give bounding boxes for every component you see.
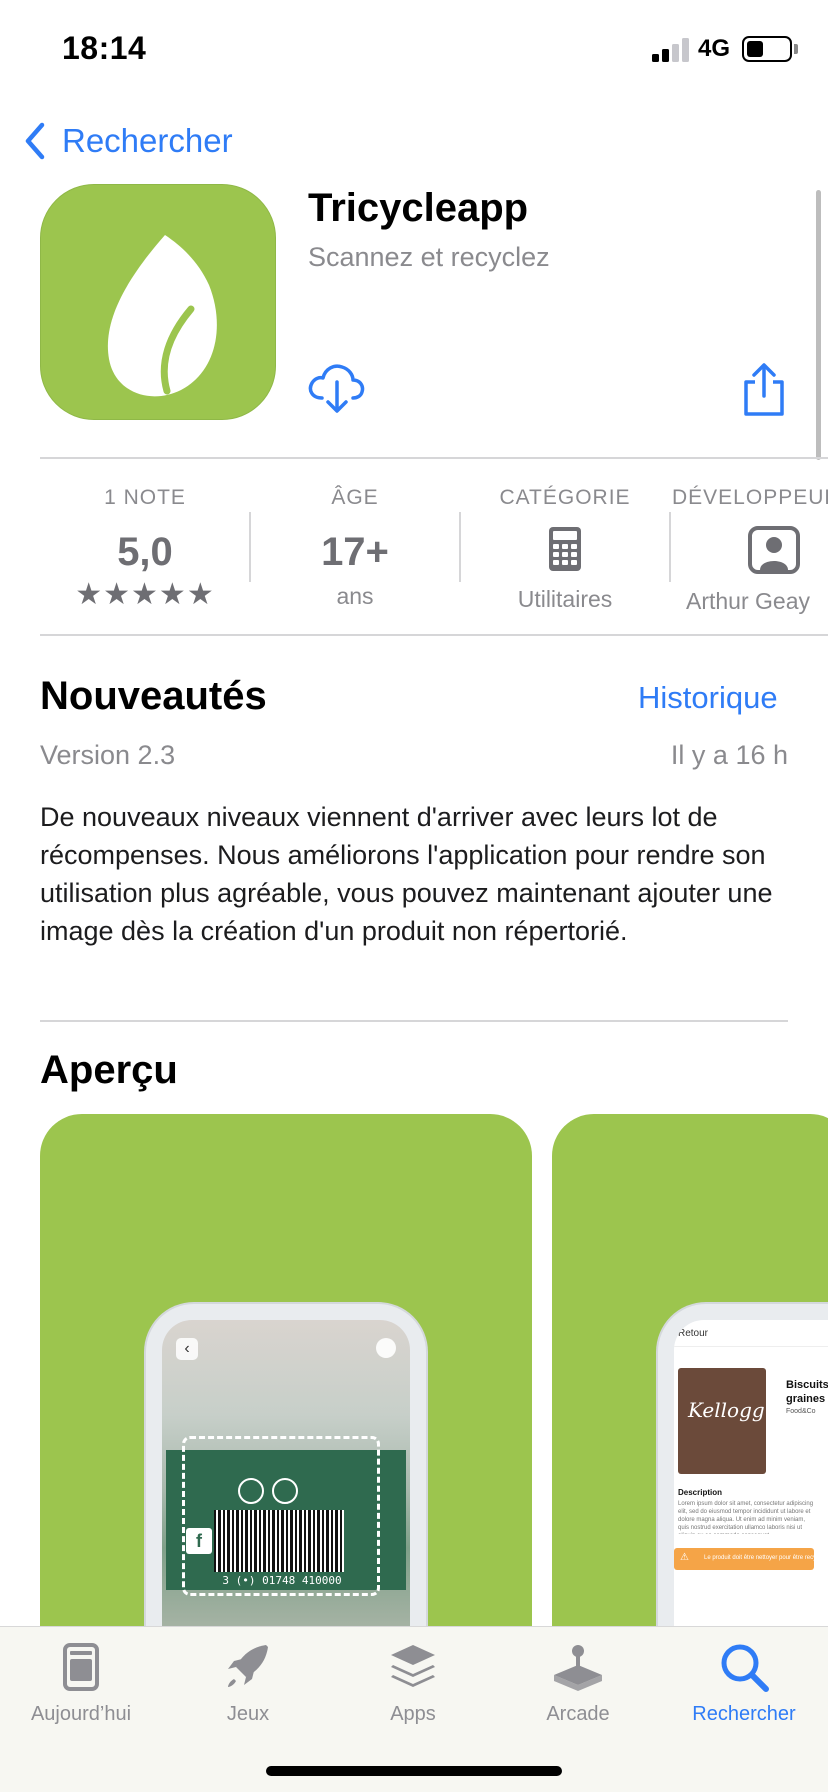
facebook-icon: f <box>186 1528 212 1554</box>
cloud-download-icon <box>308 364 365 413</box>
app-title: Tricycleapp <box>308 186 529 230</box>
warning-banner: ⚠ Le produit doit être nettoyer pour êtr… <box>674 1548 824 1570</box>
tab-apps[interactable]: Apps <box>338 1639 488 1726</box>
category-heading: CATÉGORIE <box>499 486 631 509</box>
rating-value: 5,0 <box>117 530 173 574</box>
rating-cell[interactable]: 1 NOTE 5,0 ★★★★★ <box>40 470 250 620</box>
tab-arcade[interactable]: Arcade <box>503 1639 653 1726</box>
box-brand: Kellogg <box>688 1398 765 1422</box>
download-button[interactable] <box>306 360 366 416</box>
today-icon <box>63 1643 99 1691</box>
description-label: Description <box>678 1488 723 1497</box>
person-icon <box>748 526 800 574</box>
preview-title: Aperçu <box>40 1048 178 1092</box>
divider <box>40 634 828 636</box>
status-bar: 18:14 4G <box>0 0 828 100</box>
product-title: Biscuits graines <box>786 1379 828 1405</box>
flash-icon[interactable] <box>376 1338 396 1358</box>
battery-icon <box>742 36 792 62</box>
chevron-left-icon[interactable]: ‹ <box>176 1338 198 1360</box>
recycle-icon <box>238 1478 264 1504</box>
calculator-icon <box>549 527 581 571</box>
info-row[interactable]: 1 NOTE 5,0 ★★★★★ ÂGE 17+ ans CATÉGORIE U… <box>40 470 828 620</box>
developer-heading: DÉVELOPPEUR <box>672 486 828 509</box>
age-sub: ans <box>336 583 374 609</box>
scanner-screen: ‹ 3 (•) 01748 410000 f <box>162 1320 410 1634</box>
app-subtitle: Scannez et recyclez <box>308 242 550 272</box>
home-indicator[interactable] <box>266 1766 562 1776</box>
category-cell[interactable]: CATÉGORIE Utilitaires <box>460 470 670 620</box>
release-notes: De nouveaux niveaux viennent d'arriver a… <box>40 802 773 946</box>
cellular-signal-icon <box>652 38 689 62</box>
scroll-indicator[interactable] <box>816 190 821 460</box>
battery-cap <box>794 44 798 54</box>
tab-today[interactable]: Aujourd’hui <box>6 1639 156 1726</box>
leaf-icon <box>107 235 217 397</box>
tab-games[interactable]: Jeux <box>173 1639 323 1726</box>
barcode-number: 3 (•) 01748 410000 <box>222 1574 342 1587</box>
tab-search[interactable]: Rechercher <box>669 1639 819 1726</box>
age-heading: ÂGE <box>331 486 379 509</box>
warning-icon: ⚠ <box>680 1552 689 1563</box>
tab-label: Aujourd’hui <box>30 1703 132 1725</box>
history-link[interactable]: Historique <box>638 680 778 716</box>
rocket-icon <box>228 1645 268 1687</box>
divider <box>40 457 828 459</box>
barcode <box>214 1510 344 1572</box>
rating-heading: 1 NOTE <box>104 486 186 509</box>
age-value: 17+ <box>321 530 389 574</box>
back-label: Rechercher <box>62 122 233 159</box>
developer-cell[interactable]: DÉVELOPPEUR Arthur Geay <box>670 470 828 620</box>
divider <box>674 1346 828 1347</box>
phone-frame: ‹ 3 (•) 01748 410000 f <box>146 1304 426 1634</box>
network-type: 4G <box>698 35 731 62</box>
developer-sub: Arthur Geay <box>686 588 810 614</box>
rating-stars: ★★★★★ <box>75 578 215 611</box>
description-text: Lorem ipsum dolor sit amet, consectetur … <box>678 1501 814 1534</box>
app-icon <box>40 184 276 420</box>
chevron-left-icon <box>25 122 45 160</box>
arcade-joystick-icon <box>554 1645 602 1691</box>
apps-stack-icon <box>391 1645 435 1687</box>
phone-frame: Retour Kellogg Biscuits graines Food&Co … <box>658 1304 828 1634</box>
age-cell[interactable]: ÂGE 17+ ans <box>250 470 460 620</box>
status-time: 18:14 <box>62 30 147 66</box>
share-icon <box>744 363 784 416</box>
warning-text: Le produit doit être nettoyer pour être … <box>704 1555 824 1561</box>
back-label-mini[interactable]: Retour <box>678 1328 708 1339</box>
product-detail-screen: Retour Kellogg Biscuits graines Food&Co … <box>674 1320 828 1634</box>
product-brand: Food&Co <box>786 1408 816 1415</box>
recycle-icon <box>272 1478 298 1504</box>
tab-label: Rechercher <box>692 1703 796 1725</box>
preview-screenshot-2[interactable]: Retour Kellogg Biscuits graines Food&Co … <box>552 1114 828 1634</box>
divider <box>40 1020 788 1022</box>
preview-screenshot-1[interactable]: ‹ 3 (•) 01748 410000 f <box>40 1114 532 1634</box>
version-label: Version 2.3 <box>40 740 176 770</box>
release-date: Il y a 16 h <box>670 740 788 770</box>
share-button[interactable] <box>740 362 788 418</box>
category-sub: Utilitaires <box>517 586 613 612</box>
search-icon <box>721 1644 769 1692</box>
tab-label: Arcade <box>546 1703 610 1725</box>
tab-label: Apps <box>390 1703 436 1725</box>
back-button[interactable]: Rechercher <box>20 118 233 164</box>
tab-label: Jeux <box>226 1703 270 1725</box>
product-image: Kellogg <box>678 1368 766 1474</box>
whats-new-title: Nouveautés <box>40 674 267 718</box>
